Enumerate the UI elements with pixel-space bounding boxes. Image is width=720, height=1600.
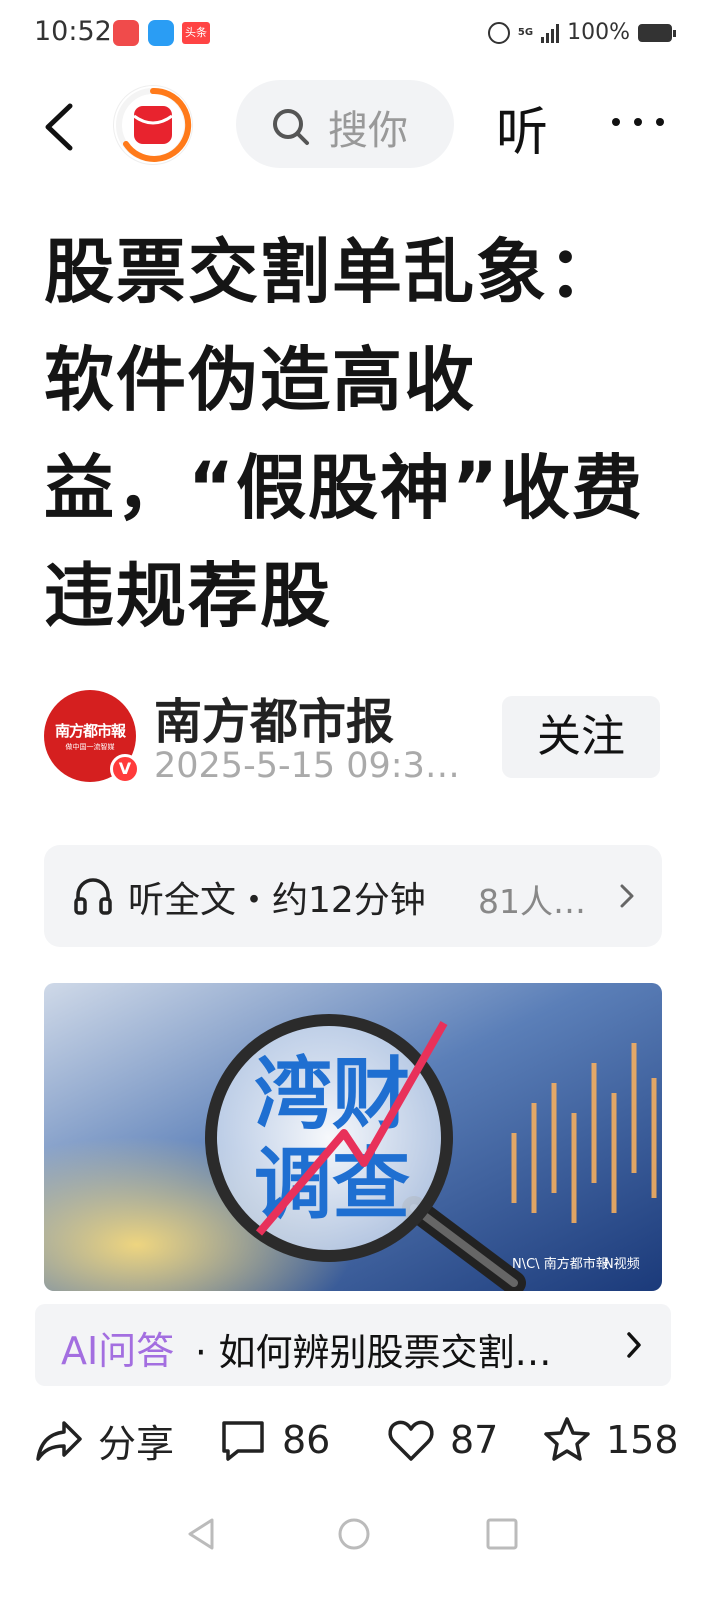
ai-qa-question: · 如何辨别股票交割… [195,1331,552,1374]
message-app-icon [148,20,174,46]
nav-back-icon[interactable] [182,1514,222,1554]
status-right: 5G 100% [487,20,676,45]
battery-percent: 100% [567,20,630,45]
publish-date: 2025-5-15 09:3… [154,746,460,786]
shopping-app-icon [113,20,139,46]
chevron-right-icon [620,884,634,908]
toutiao-app-icon: 头条 [182,22,210,44]
search-icon [273,109,309,145]
headphones-icon [74,878,112,915]
like-button[interactable]: 87 [386,1414,498,1466]
follow-button[interactable]: 关注 [502,696,660,778]
red-envelope-icon [116,87,192,162]
hero-watermark-right: N视频 [604,1257,640,1272]
listen-card-count: 81人… [478,882,586,921]
network-label: 5G [517,26,534,38]
hero-watermark-left: N\C\ 南方都市報 [512,1256,609,1272]
author-name[interactable]: 南方都市报 [154,682,394,752]
listen-full-text-card[interactable]: 听全文・约12分钟 81人… [44,845,662,947]
comment-button[interactable]: 86 [218,1414,330,1466]
comment-icon [222,1421,264,1461]
share-icon [36,1421,82,1461]
red-envelope-button[interactable] [114,86,192,164]
alarm-icon [487,21,510,44]
article-title: 股票交割单乱象：软件伪造高收益，“假股神”收费违规荐股 [44,231,645,637]
favorite-count: 158 [606,1418,679,1462]
star-icon [544,1417,590,1461]
search-placeholder: 搜你 [328,108,408,154]
verified-badge: V [110,754,140,784]
listen-card-text: 听全文・约12分钟 [128,880,426,921]
battery-icon [638,23,676,42]
status-bar: 10:52 头条 5G 100% [0,0,720,66]
author-row: 南方都市報 做中国一流智媒 V 南方都市报 2025-5-15 09:3… 关注 [44,686,674,796]
article-action-bar: 分享 86 87 158 [0,1400,720,1480]
like-count: 87 [450,1418,499,1462]
nav-home-icon[interactable] [334,1514,374,1554]
chevron-right-icon [627,1332,641,1358]
nav-recents-icon[interactable] [482,1514,522,1554]
back-icon[interactable] [40,102,76,152]
search-box[interactable]: 搜你 [236,80,454,168]
author-logo-subtext: 做中国一流智媒 [65,743,115,751]
share-button[interactable]: 分享 [34,1414,174,1466]
comment-count: 86 [282,1418,331,1462]
signal-icon [541,23,560,43]
article-cover-image[interactable]: 湾财 调查 N\C\ 南方都市報 N视频 [44,983,662,1291]
status-time: 10:52 [34,16,112,47]
top-nav: 搜你 听 [0,66,720,186]
heart-icon [388,1420,434,1461]
listen-button[interactable]: 听 [496,90,548,165]
favorite-button[interactable]: 158 [542,1414,679,1466]
author-logo-text: 南方都市報 [54,722,126,740]
ai-qa-label: AI问答 [61,1329,175,1373]
system-nav-bar [0,1500,720,1600]
more-icon[interactable] [610,114,666,130]
ai-qa-card[interactable]: AI问答 · 如何辨别股票交割… [35,1304,671,1386]
share-label: 分享 [98,1421,175,1466]
